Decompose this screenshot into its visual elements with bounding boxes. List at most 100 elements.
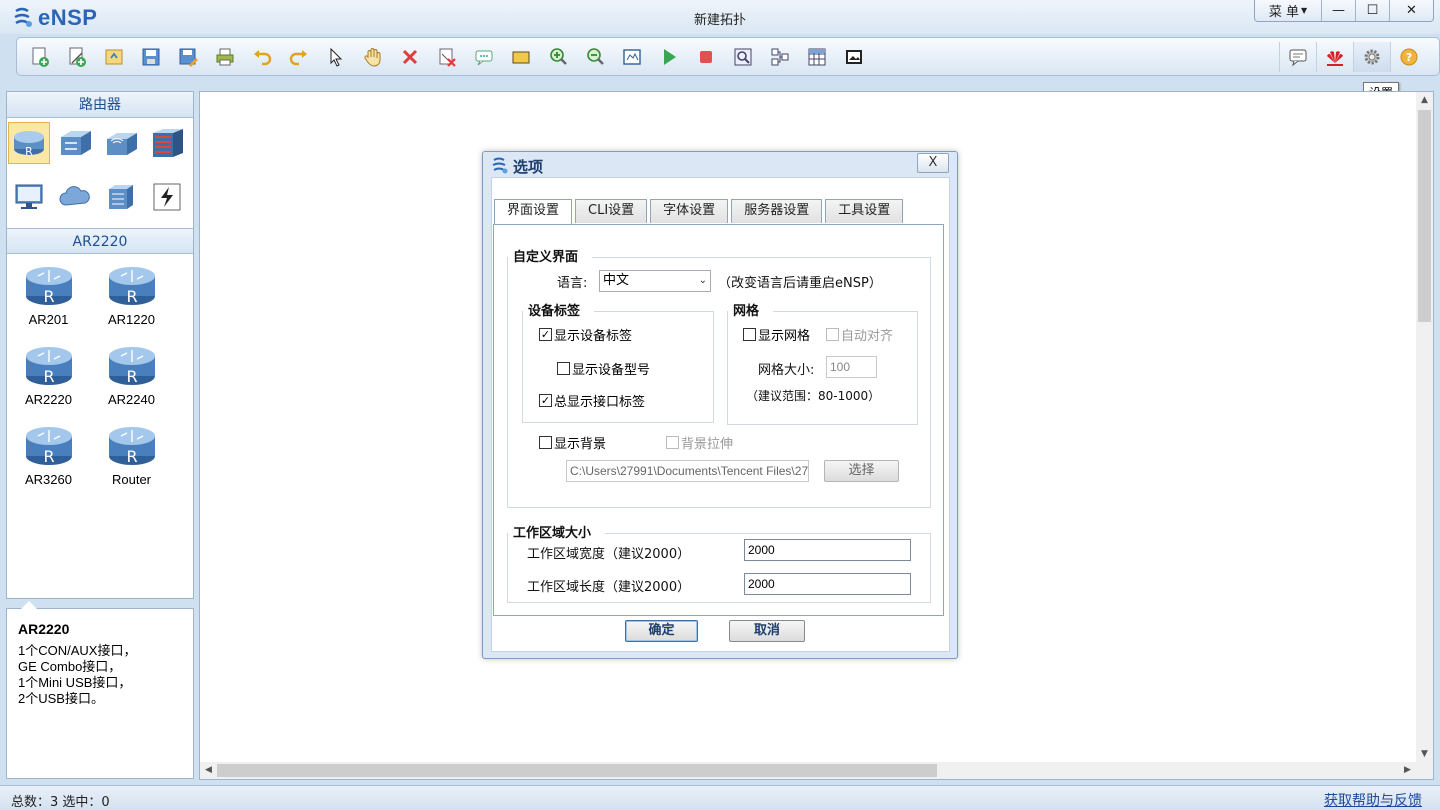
undo-icon[interactable] [243,42,280,72]
checkbox-empty-icon [557,362,570,375]
scroll-right-icon[interactable]: ▶ [1399,762,1416,779]
fit-view-icon[interactable] [613,42,650,72]
ensp-logo-icon [492,157,508,174]
workarea-height-input[interactable]: 2000 [744,573,911,595]
tab-server-settings[interactable]: 服务器设置 [731,199,823,223]
zoom-in-icon[interactable] [539,42,576,72]
grid-icon[interactable] [798,42,835,72]
new-exam-icon[interactable] [58,42,95,72]
redo-icon[interactable] [280,42,317,72]
pc-category-icon[interactable] [8,176,50,218]
choose-background-button[interactable]: 选择 [824,460,899,482]
switch-category-icon[interactable] [54,122,96,164]
text-note-icon[interactable] [465,42,502,72]
ok-button[interactable]: 确定 [625,620,698,642]
svg-text:R: R [43,287,54,306]
toolbar: ? [16,37,1440,76]
cloud-category-icon[interactable] [54,176,96,218]
dialog-body: 界面设置 CLI设置 字体设置 服务器设置 工具设置 自定义界面 语言: 中文 … [491,177,950,652]
hand-pan-icon[interactable] [354,42,391,72]
language-label: 语言: [557,276,588,291]
topology-icon[interactable] [761,42,798,72]
capture-icon[interactable] [724,42,761,72]
menu-button[interactable]: 菜 单 ▼ [1255,0,1321,21]
device-label: AR1220 [108,312,155,327]
grid-size-input[interactable]: 100 [826,356,877,378]
delete-link-icon[interactable] [428,42,465,72]
dialog-title: 选项 [513,157,544,176]
horizontal-scrollbar[interactable]: ◀ ▶ [200,762,1433,779]
show-device-label-checkbox[interactable]: ✓ 显示设备标签 [539,325,632,344]
zoom-out-icon[interactable] [576,42,613,72]
device-model-title: AR2220 [7,228,193,254]
cancel-button[interactable]: 取消 [729,620,805,642]
language-select[interactable]: 中文 ⌄ [599,270,711,292]
checkbox-empty-icon [539,436,552,449]
open-icon[interactable] [95,42,132,72]
device-category-title: 路由器 [7,92,193,118]
tab-ui-settings[interactable]: 界面设置 [494,199,573,224]
device-ar2240[interactable]: R AR2240 [90,340,173,420]
maximize-button[interactable]: ☐ [1355,0,1389,21]
device-ar2220[interactable]: R AR2220 [7,340,90,420]
device-grid: R AR201 R AR1220 R AR2220 R AR2240 R AR3… [7,254,193,500]
device-description: AR2220 1个CON/AUX接口， GE Combo接口， 1个Mini U… [6,601,194,779]
tab-tool-settings[interactable]: 工具设置 [825,199,904,223]
tab-font-settings[interactable]: 字体设置 [650,199,729,223]
rectangle-icon[interactable] [502,42,539,72]
link-category-icon[interactable] [146,176,188,218]
title-bar: eNSP 新建拓扑 菜 单 ▼ — ☐ ✕ [0,0,1440,34]
language-hint: （改变语言后请重启eNSP） [718,276,882,291]
show-background-checkbox[interactable]: 显示背景 [539,433,606,452]
delete-icon[interactable] [391,42,428,72]
firewall-category-icon[interactable] [146,122,188,164]
grid-legend: 网格 [728,302,774,322]
close-button[interactable]: ✕ [1389,0,1433,21]
minimize-button[interactable]: — [1321,0,1355,21]
device-ar3260[interactable]: R AR3260 [7,420,90,500]
scroll-thumb[interactable] [1418,110,1431,322]
device-router[interactable]: R Router [90,420,173,500]
svg-text:R: R [126,447,137,466]
select-pointer-icon[interactable] [317,42,354,72]
wireless-category-icon[interactable] [100,122,142,164]
show-device-model-checkbox[interactable]: 显示设备型号 [557,359,650,378]
huawei-icon[interactable] [1316,41,1353,72]
device-ar201[interactable]: R AR201 [7,260,90,340]
workarea-width-input[interactable]: 2000 [744,539,911,561]
screenshot-icon[interactable] [835,42,872,72]
background-path-input[interactable]: C:\Users\27991\Documents\Tencent Files\2… [566,460,809,482]
checkbox-checked-icon: ✓ [539,328,552,341]
scroll-left-icon[interactable]: ◀ [200,762,217,779]
toolbar-right: ? [1279,38,1427,75]
status-counts: 总数：3 选中：0 [11,795,110,810]
device-panel: 路由器 R AR2220 R AR201 R AR1220 R AR2220 R… [6,91,194,599]
tab-cli-settings[interactable]: CLI设置 [575,199,648,223]
save-as-icon[interactable] [169,42,206,72]
save-icon[interactable] [132,42,169,72]
router-icon: R [25,427,72,466]
other-device-icon[interactable] [100,176,142,218]
message-icon[interactable] [1279,41,1316,72]
new-topology-icon[interactable] [21,42,58,72]
vertical-scrollbar[interactable]: ▲ ▼ [1416,92,1433,763]
router-category-icon[interactable]: R [8,122,50,164]
description-line: 1个Mini USB接口， [18,675,132,690]
scroll-down-icon[interactable]: ▼ [1416,746,1433,763]
start-device-icon[interactable] [650,42,687,72]
stop-device-icon[interactable] [687,42,724,72]
help-icon[interactable]: ? [1390,41,1427,72]
auto-align-checkbox[interactable]: 自动对齐 [826,325,893,344]
scroll-thumb[interactable] [217,764,937,777]
scroll-up-icon[interactable]: ▲ [1416,92,1433,109]
gear-icon[interactable] [1353,41,1390,72]
device-ar1220[interactable]: R AR1220 [90,260,173,340]
print-icon[interactable] [206,42,243,72]
show-grid-checkbox[interactable]: 显示网格 [743,325,810,344]
device-labels-legend: 设备标签 [523,302,595,322]
router-icon: R [108,427,155,466]
dialog-close-button[interactable]: X [917,153,949,173]
background-stretch-checkbox[interactable]: 背景拉伸 [666,433,733,452]
always-show-interface-checkbox[interactable]: ✓ 总显示接口标签 [539,391,645,410]
help-feedback-link[interactable]: 获取帮助与反馈 [1324,790,1422,810]
